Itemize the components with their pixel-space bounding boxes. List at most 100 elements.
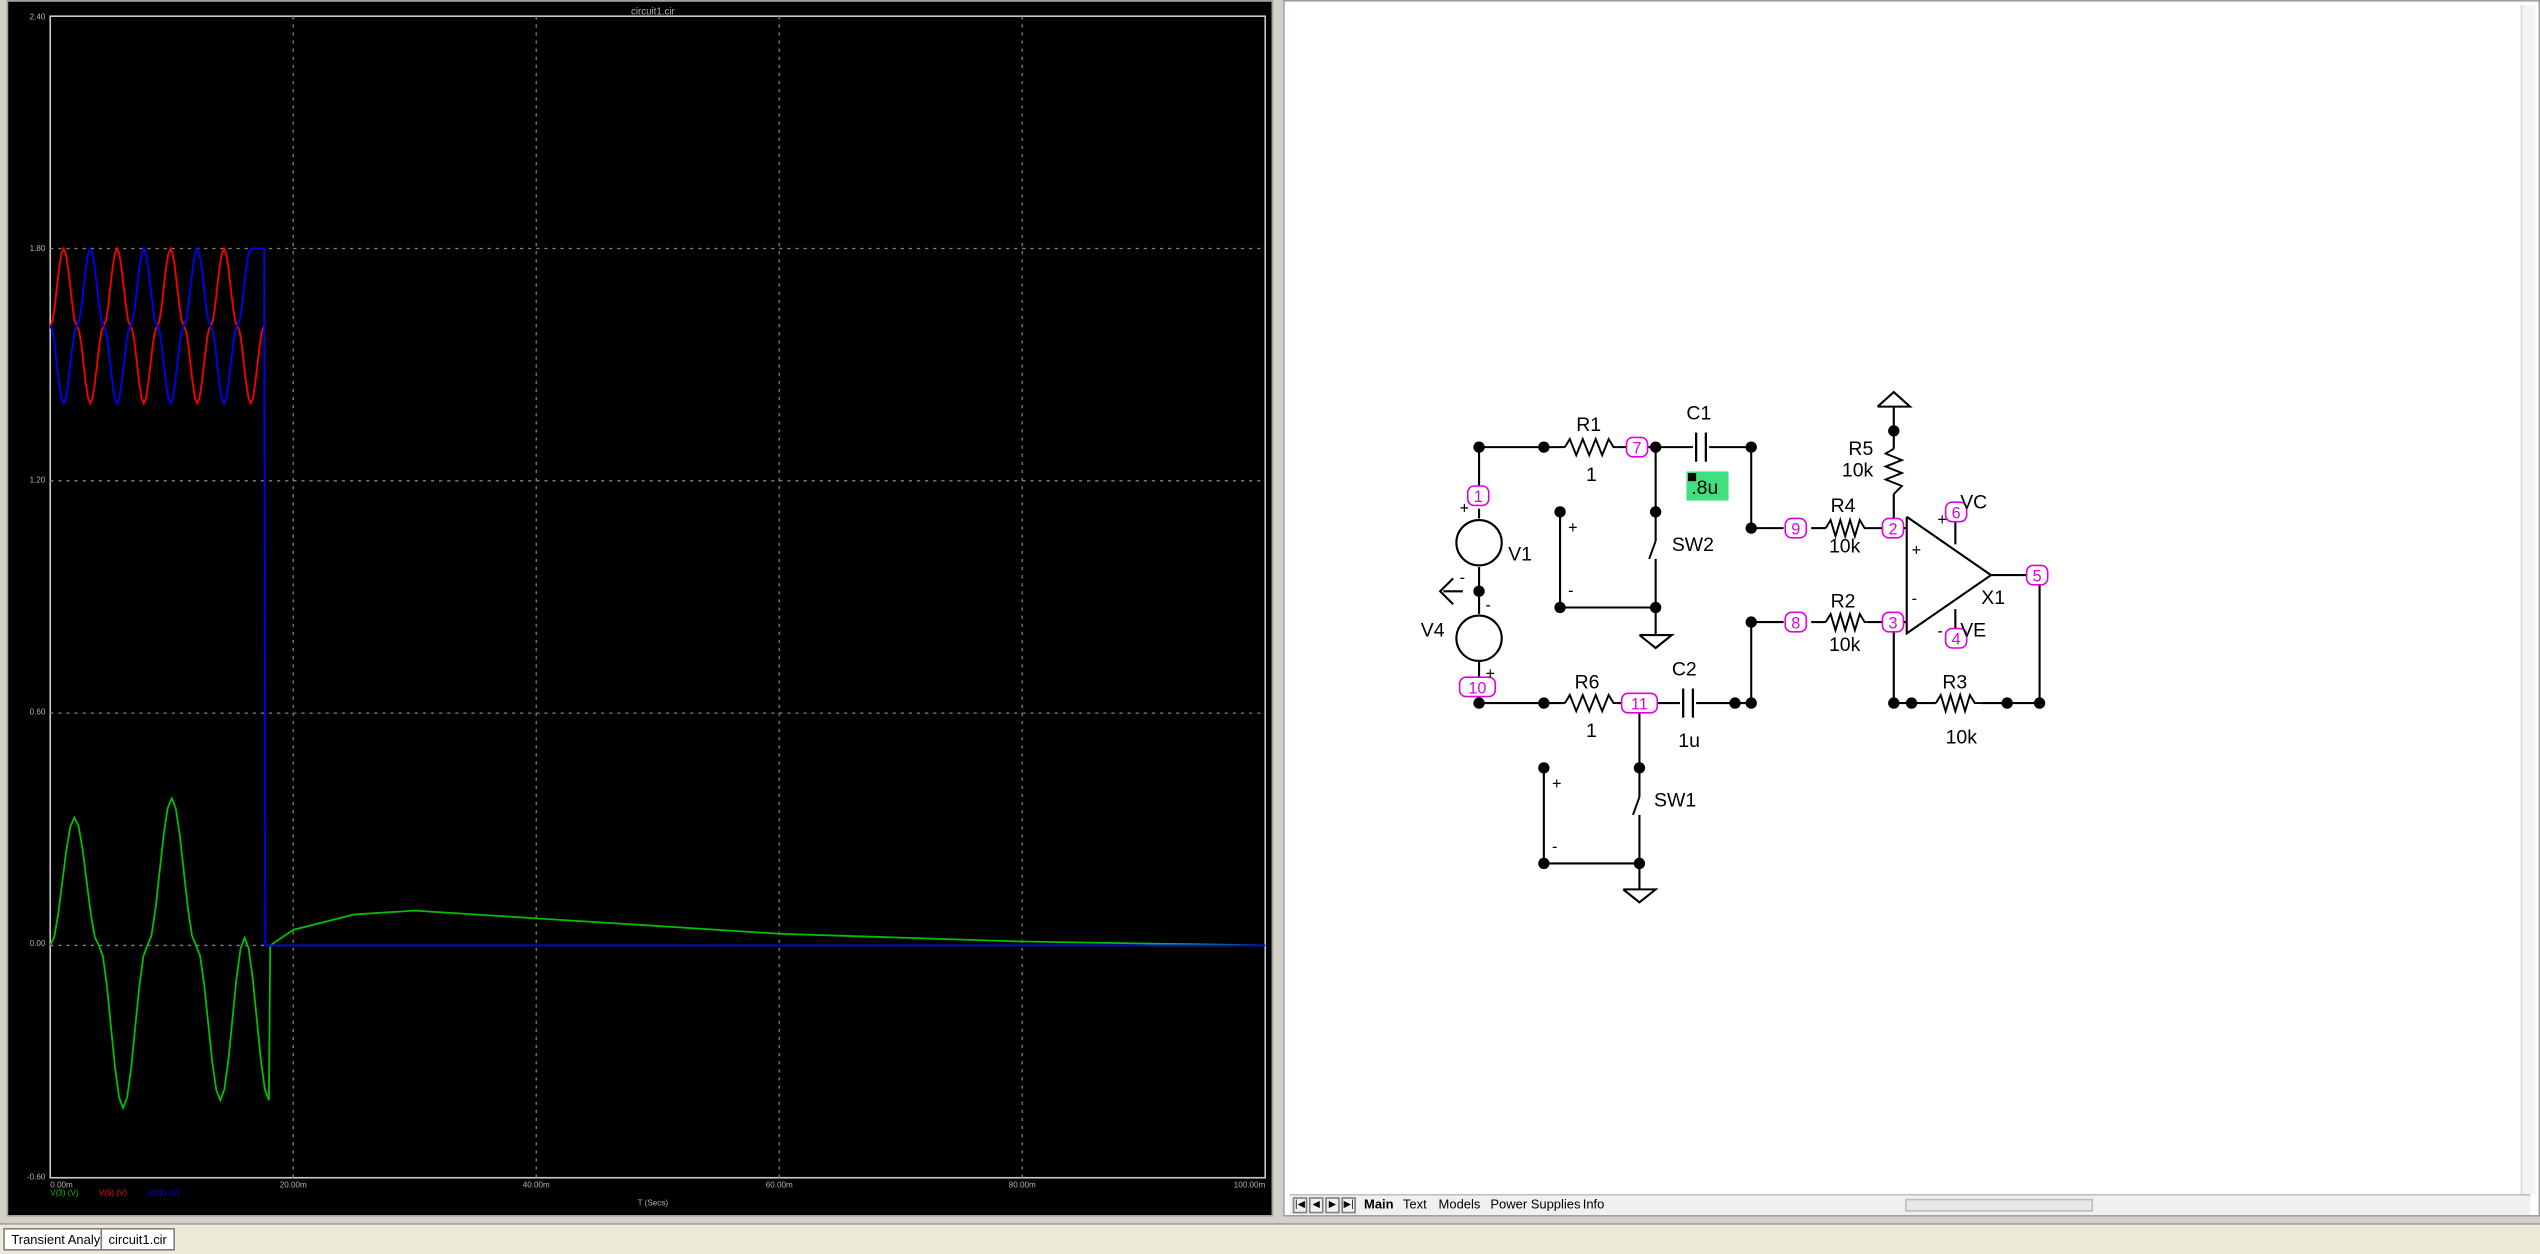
sign-plus: + [1938, 511, 1947, 529]
y-tick-label: -0.60 [27, 1172, 46, 1181]
label-c1[interactable]: C1 [1686, 403, 1711, 425]
sign-minus: - [1938, 623, 1943, 641]
value-r6[interactable]: 1 [1586, 720, 1597, 742]
resistor-r6[interactable] [1564, 692, 1617, 714]
node-label[interactable]: 11 [1631, 696, 1648, 714]
y-tick-label: 1.20 [30, 476, 46, 485]
tab-text[interactable]: Text [1403, 1196, 1427, 1215]
label-sw2[interactable]: SW2 [1672, 534, 1714, 556]
document-tab-bar: Transient Analysis circuit1.cir [0, 1223, 2540, 1254]
legend-item-v11[interactable]: V(11) (V) [147, 1189, 180, 1198]
wire [1892, 622, 1936, 705]
y-tick-label: 0.00 [30, 939, 46, 948]
x-tick-label: 100.00m [1234, 1180, 1266, 1189]
nav-prev-button[interactable]: ◀ [1308, 1197, 1324, 1214]
x-tick-label: 20.00m [280, 1180, 307, 1189]
sign-plus: + [1568, 519, 1577, 537]
opamp-symbol [1905, 515, 1993, 636]
resistor-r5[interactable] [1883, 447, 1905, 495]
sign-minus: - [1568, 582, 1573, 600]
node-label[interactable]: 1 [1474, 488, 1483, 506]
resistor-r2[interactable] [1824, 610, 1868, 634]
value-r3[interactable]: 10k [1946, 727, 1978, 749]
value-r2[interactable]: 10k [1829, 634, 1861, 656]
transient-plot[interactable]: circuit1.cir 2.40 1.80 1.20 0.60 0.00 -0… [8, 1, 1272, 1216]
label-r3[interactable]: R3 [1942, 672, 1967, 694]
x-axis-label: T (Secs) [638, 1198, 669, 1207]
vcc-symbol [1876, 390, 1913, 408]
sign-plus: + [1552, 775, 1561, 793]
sign-plus: + [1460, 500, 1469, 518]
value-c2[interactable]: 1u [1678, 730, 1700, 752]
x-tick-label: 40.00m [523, 1180, 550, 1189]
resistor-r4[interactable] [1824, 516, 1868, 540]
label-r1[interactable]: R1 [1576, 414, 1601, 436]
node-label[interactable]: 5 [2033, 568, 2042, 586]
legend-item-v3[interactable]: V(3) (V) [50, 1189, 79, 1198]
label-r5[interactable]: R5 [1848, 438, 1873, 460]
vertical-scrollbar[interactable] [2520, 4, 2536, 1194]
value-c1[interactable]: .8u [1691, 477, 1718, 499]
node-label[interactable]: 2 [1888, 521, 1897, 539]
node-label[interactable]: 3 [1888, 615, 1897, 633]
nav-next-button[interactable]: ▶ [1325, 1197, 1340, 1214]
nav-first-button[interactable]: |◀ [1292, 1197, 1308, 1214]
legend: V(3) (V) V(9) (V) V(11) (V) [50, 1189, 180, 1198]
sign-minus: - [1912, 590, 1917, 608]
y-tick-label: 0.60 [30, 707, 46, 716]
source-v1[interactable] [1455, 518, 1503, 567]
value-r1[interactable]: 1 [1586, 464, 1597, 486]
label-ve[interactable]: VE [1960, 620, 1986, 642]
resistors [1564, 436, 1982, 715]
switch-sw2[interactable] [1648, 540, 1657, 560]
sign-plus: + [1912, 542, 1921, 560]
ground-symbol [1638, 633, 1675, 650]
wire [1696, 621, 1784, 705]
x-tick-label: 80.00m [1009, 1180, 1036, 1189]
label-r4[interactable]: R4 [1831, 495, 1856, 517]
tab-circuit1[interactable]: circuit1.cir [100, 1227, 175, 1251]
capacitor-c2[interactable] [1682, 688, 1695, 718]
node-label[interactable]: 7 [1633, 440, 1642, 458]
component-labels: R1 1 C1 .8u SW2 V1 V4 R6 1 C2 1u SW1 R5 … [1421, 403, 2005, 812]
value-r4[interactable]: 10k [1829, 535, 1861, 557]
node-label[interactable]: 8 [1791, 615, 1800, 633]
ground-symbol [1622, 888, 1659, 904]
label-sw1[interactable]: SW1 [1654, 790, 1696, 812]
label-v1[interactable]: V1 [1508, 544, 1532, 566]
tab-main[interactable]: Main [1364, 1196, 1394, 1215]
value-r5[interactable]: 10k [1842, 459, 1874, 481]
plot-background [8, 1, 1272, 1216]
sign-minus: - [1486, 597, 1491, 615]
node-label[interactable]: 9 [1791, 521, 1800, 539]
horizontal-scrollbar-thumb[interactable] [1905, 1198, 2094, 1212]
label-r2[interactable]: R2 [1831, 591, 1856, 613]
schematic-canvas[interactable]: 1 7 9 2 6 5 8 3 4 10 11 R1 1 C1 .8u SW2 … [1285, 2, 2539, 1194]
sign-minus: - [1552, 838, 1557, 856]
x-tick-label: 60.00m [766, 1180, 793, 1189]
resistor-r3[interactable] [1935, 691, 1982, 715]
label-c2[interactable]: C2 [1672, 659, 1697, 681]
node-label[interactable]: 10 [1468, 679, 1486, 697]
nav-last-button[interactable]: ▶| [1341, 1197, 1356, 1214]
schematic-window: 1 7 9 2 6 5 8 3 4 10 11 R1 1 C1 .8u SW2 … [1283, 0, 2540, 1217]
analysis-window: circuit1.cir 2.40 1.80 1.20 0.60 0.00 -0… [6, 0, 1274, 1217]
switch-sw1[interactable] [1632, 796, 1641, 816]
capacitor-c1[interactable] [1695, 432, 1707, 462]
y-tick-label: 2.40 [30, 12, 46, 21]
switches [1632, 540, 1657, 816]
tab-models[interactable]: Models [1439, 1196, 1481, 1215]
sign-plus: + [1486, 665, 1495, 683]
sheet-tab-bar: |◀ ◀ ▶ ▶| Main Text Models Power Supplie… [1289, 1193, 2531, 1215]
resistor-r1[interactable] [1564, 436, 1617, 458]
tab-power-supplies[interactable]: Power Supplies [1490, 1196, 1580, 1215]
y-tick-label: 1.80 [30, 244, 46, 253]
label-vc[interactable]: VC [1960, 492, 1987, 514]
tab-info[interactable]: Info [1583, 1196, 1605, 1215]
label-r6[interactable]: R6 [1575, 672, 1600, 694]
sign-minus: - [1460, 569, 1465, 587]
label-v4[interactable]: V4 [1421, 620, 1445, 642]
legend-item-v9[interactable]: V(9) (V) [99, 1189, 128, 1198]
source-v4[interactable] [1455, 614, 1503, 663]
label-x1[interactable]: X1 [1981, 587, 2005, 609]
